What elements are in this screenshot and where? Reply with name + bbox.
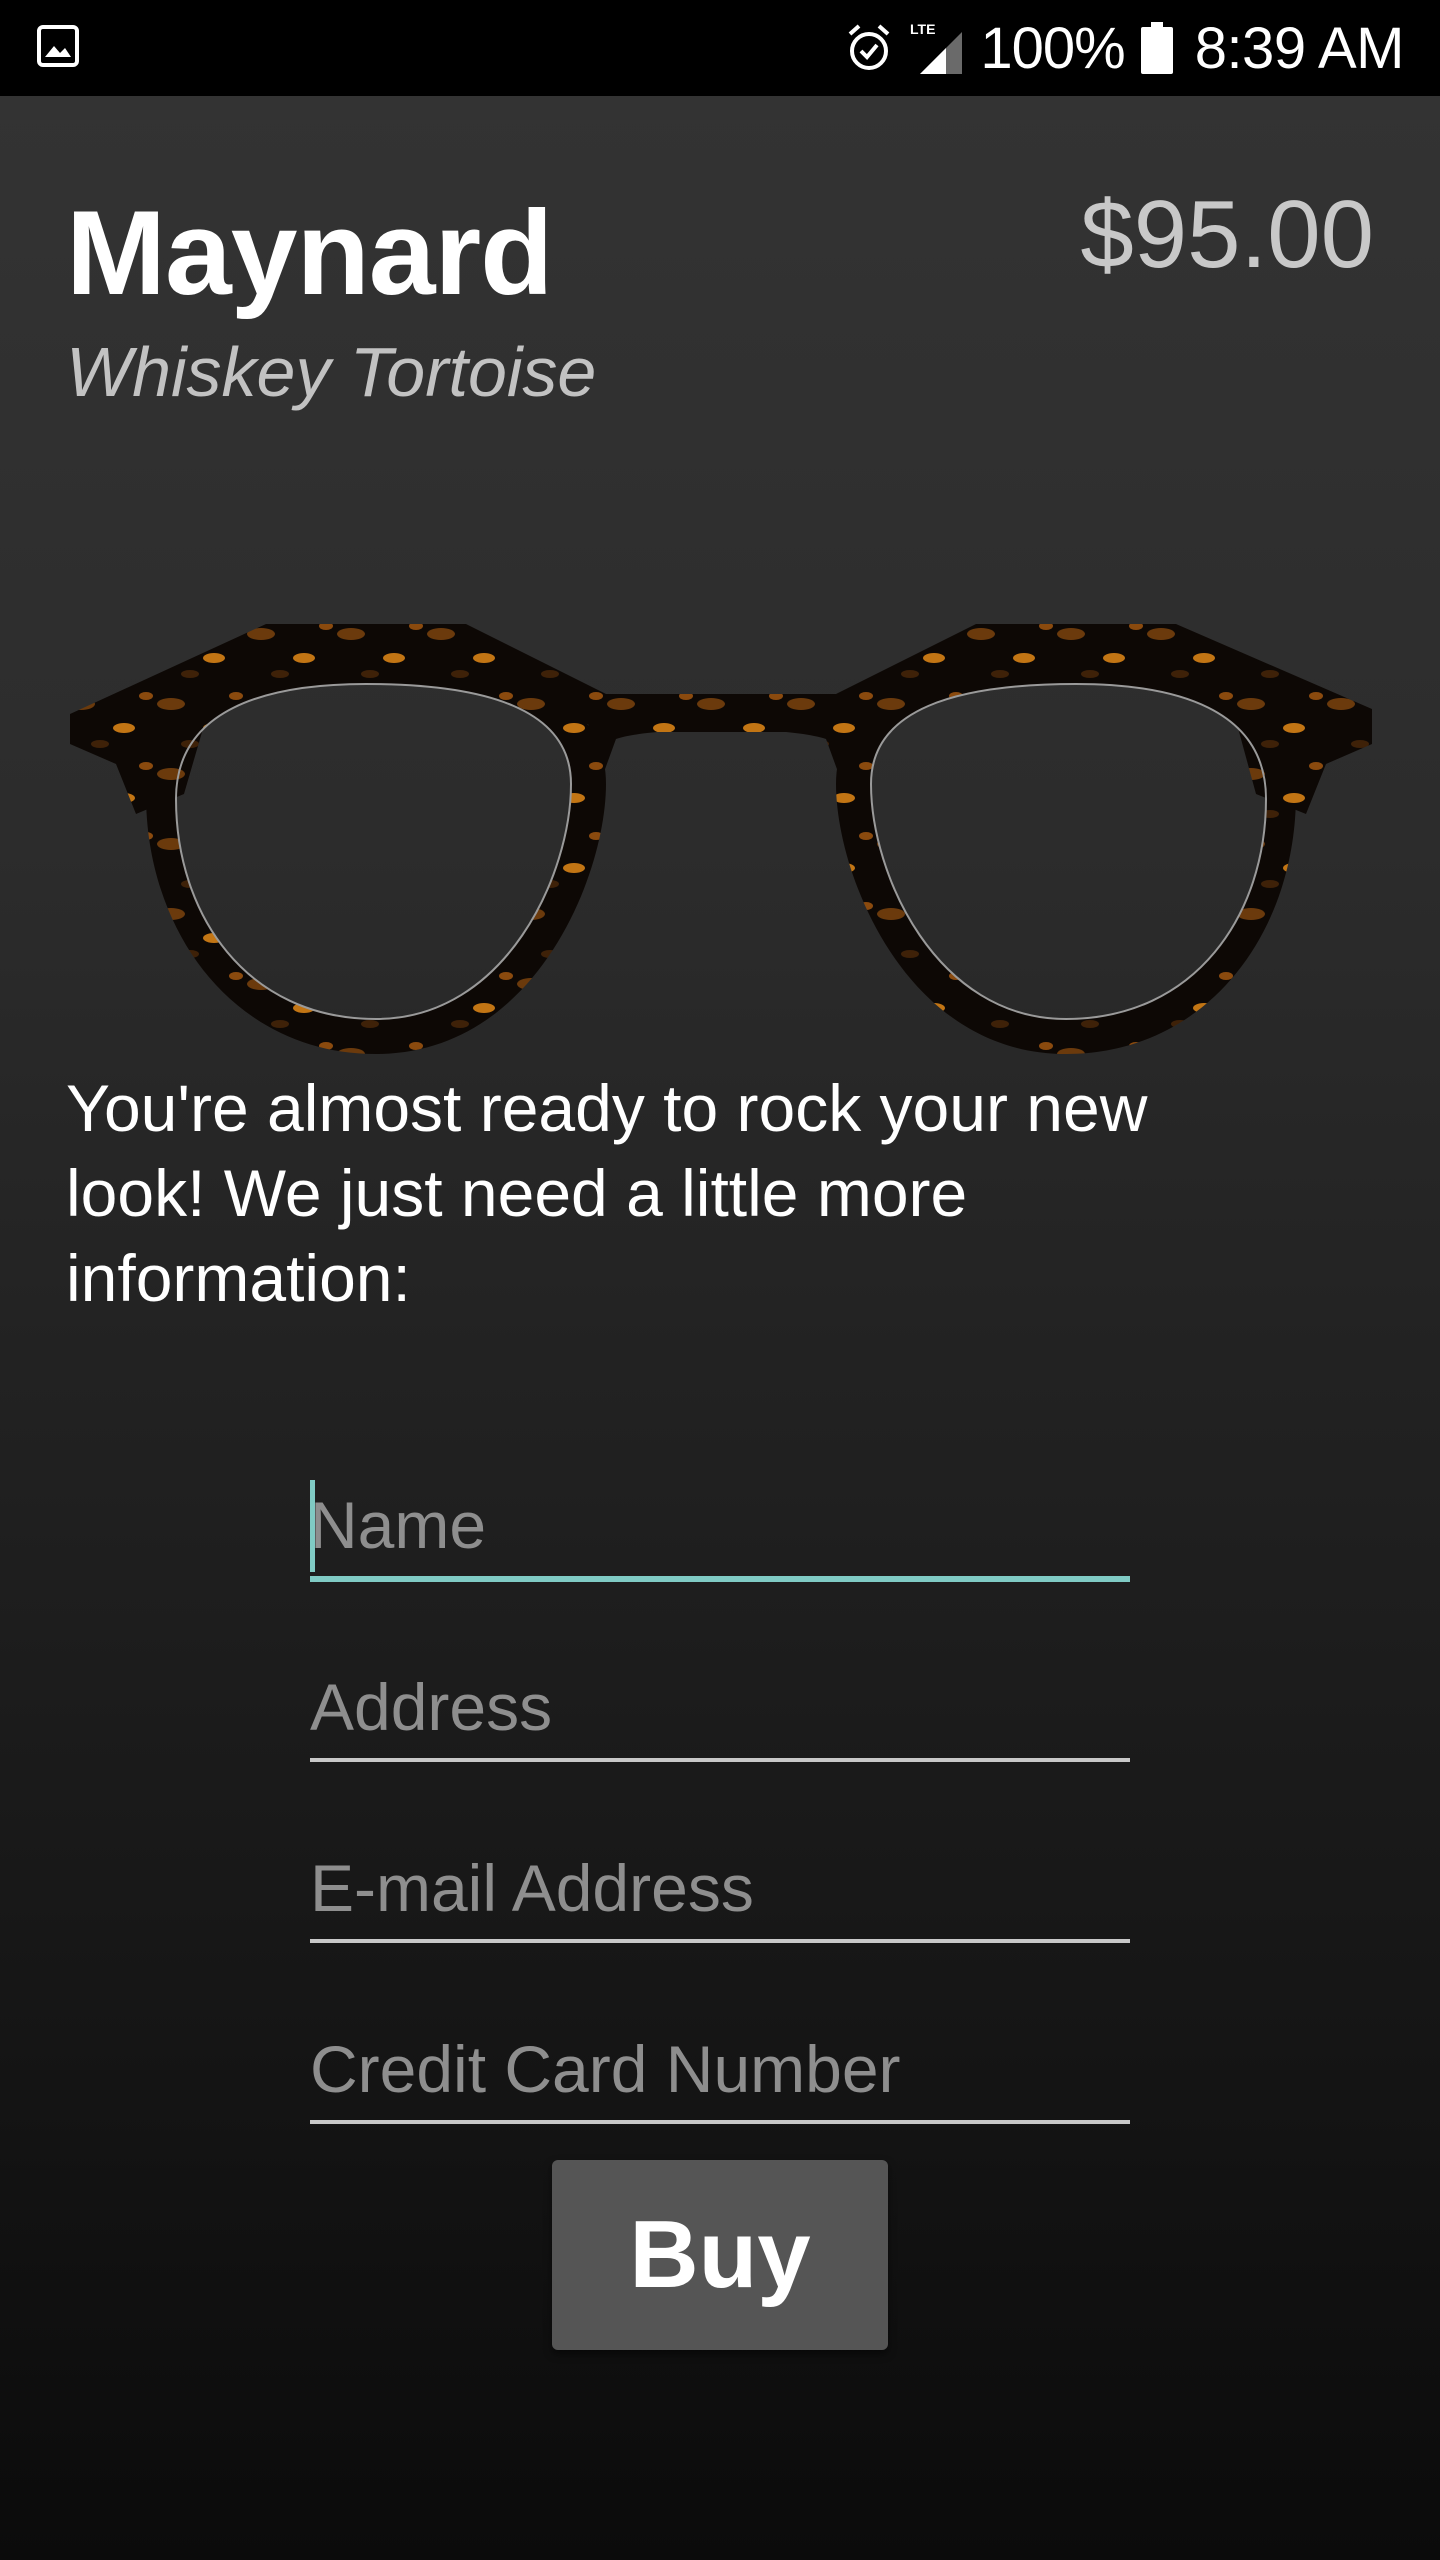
email-input[interactable] [310,1843,1130,1933]
alarm-icon [849,24,890,70]
clock: 8:39 AM [1194,15,1405,81]
name-field[interactable] [310,1476,1130,1582]
product-price: $95.00 [1080,181,1374,288]
address-field[interactable] [310,1658,1130,1762]
battery-percent: 100% [980,15,1125,81]
lte-signal-icon: LTE [910,21,963,74]
battery-icon [1140,22,1173,74]
intro-message: You're almost ready to rock your new loo… [66,1071,1148,1315]
name-input[interactable] [310,1480,1130,1570]
status-icons: LTE 100% 8:39 AM [846,0,1405,96]
product-color: Whiskey Tortoise [66,333,597,411]
buy-button[interactable]: Buy [552,2160,888,2350]
address-input[interactable] [310,1662,1130,1752]
credit-card-field[interactable] [310,2020,1130,2124]
network-type-label: LTE [910,21,935,37]
screen: LTE 100% 8:39 AM Maynard Whiskey Tortois… [0,0,1440,2560]
checkout-screen: Maynard Whiskey Tortoise $95.00 You're a… [0,96,1440,2560]
status-bar: LTE 100% 8:39 AM [0,0,1440,96]
gallery-icon [37,25,79,67]
text-cursor [310,1480,315,1572]
email-field[interactable] [310,1839,1130,1943]
credit-card-input[interactable] [310,2024,1130,2114]
product-name: Maynard [66,186,553,320]
